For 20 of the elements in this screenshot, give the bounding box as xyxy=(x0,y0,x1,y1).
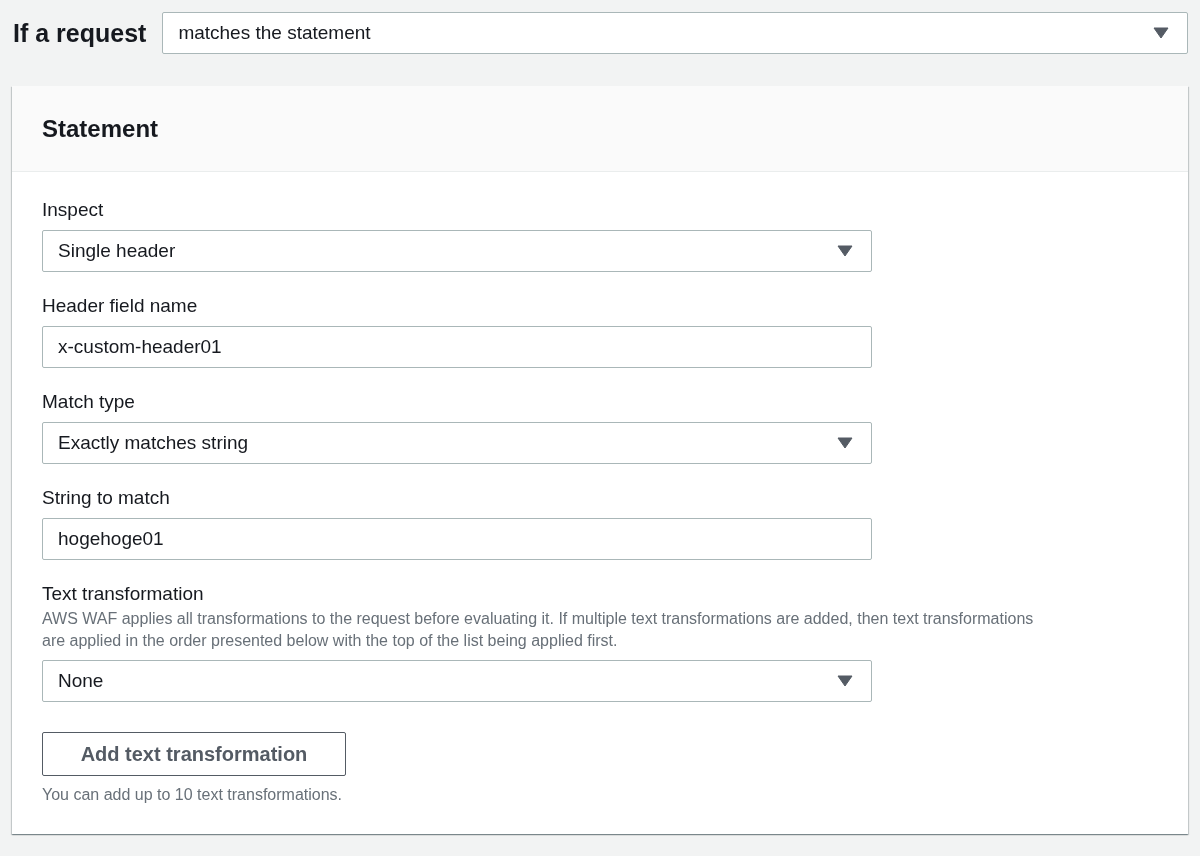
hint-text: You can add up to 10 text transformations. xyxy=(42,785,344,805)
condition-dropdown[interactable]: matches the statement xyxy=(162,12,1188,54)
text-input[interactable]: x-custom-header01 xyxy=(42,326,872,368)
caret-down-icon xyxy=(837,675,853,687)
field-label: Text transformation xyxy=(42,582,205,606)
condition-label: If a request xyxy=(13,18,147,48)
caret-down-icon xyxy=(837,437,853,449)
dropdown[interactable]: Single header xyxy=(42,230,872,272)
field-label: Match type xyxy=(42,390,136,414)
field-description: AWS WAF applies all transformations to the request before evaluating it. If multiple text transformations are added, then text transformations are applied in the order presented below with the top of the list being applied first. xyxy=(42,609,1035,651)
text-input[interactable]: hogehoge01 xyxy=(42,518,872,560)
field-label: Header field name xyxy=(42,294,199,318)
caret-down-icon xyxy=(837,245,853,257)
add-transformation-button[interactable]: Add text transformation xyxy=(42,732,346,776)
dropdown[interactable]: None xyxy=(42,660,872,702)
panel-title: Statement xyxy=(42,114,159,143)
dropdown[interactable]: Exactly matches string xyxy=(42,422,872,464)
caret-down-icon xyxy=(1153,27,1169,39)
field-label: String to match xyxy=(42,486,171,510)
field-label: Inspect xyxy=(42,198,105,222)
